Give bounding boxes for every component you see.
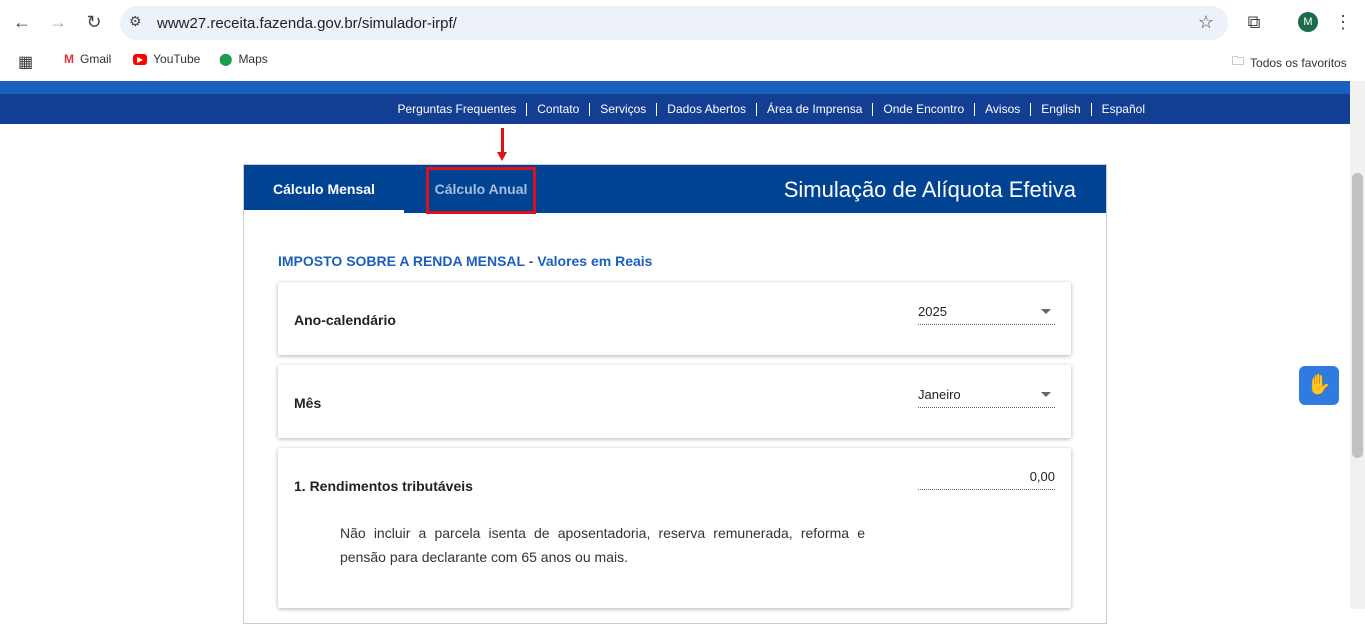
site-settings-icon[interactable]: ⚙: [129, 13, 142, 30]
ano-select[interactable]: 2025: [918, 304, 1055, 325]
bookmark-maps[interactable]: ⬤ Maps: [219, 52, 268, 66]
menu-espanol[interactable]: Español: [1090, 102, 1155, 116]
extensions-icon[interactable]: ⧉: [1243, 12, 1265, 33]
card-ano: Ano-calendário 2025: [278, 282, 1071, 355]
chevron-down-icon: [1041, 309, 1051, 314]
card-rendimentos: 1. Rendimentos tributáveis 0,00 Não incl…: [278, 448, 1071, 608]
all-bookmarks[interactable]: 🗀 Todos os favoritos: [1232, 52, 1347, 73]
menu-contato[interactable]: Contato: [526, 102, 589, 116]
menu-avisos[interactable]: Avisos: [974, 102, 1030, 116]
rendimentos-note: Não incluir a parcela isenta de aposenta…: [340, 525, 865, 565]
simulator-panel: Cálculo Mensal Cálculo Anual Simulação d…: [243, 164, 1107, 624]
menu-dados-abertos[interactable]: Dados Abertos: [656, 102, 756, 116]
section-title: IMPOSTO SOBRE A RENDA MENSAL - Valores e…: [278, 253, 653, 269]
menu-english[interactable]: English: [1030, 102, 1090, 116]
menu-kebab-icon[interactable]: ⋮: [1332, 12, 1354, 33]
reload-icon[interactable]: ↻: [83, 12, 105, 33]
folder-icon: 🗀: [1232, 54, 1245, 68]
scrollbar-thumb[interactable]: [1352, 173, 1363, 458]
menu-servicos[interactable]: Serviços: [589, 102, 656, 116]
menu-faq[interactable]: Perguntas Frequentes: [388, 102, 527, 116]
gmail-icon: M: [64, 52, 74, 66]
rendimentos-input[interactable]: 0,00: [918, 469, 1055, 490]
annotation-arrowhead: [497, 152, 507, 161]
scrollbar[interactable]: [1350, 81, 1365, 609]
page-title: Simulação de Alíquota Efetiva: [783, 177, 1076, 202]
vlibras-accessibility-button[interactable]: ✋: [1299, 366, 1339, 405]
browser-chrome: ← → ↻ ⚙ www27.receita.fazenda.gov.br/sim…: [0, 0, 1365, 81]
bookmark-youtube[interactable]: ▶ YouTube: [133, 52, 200, 66]
card-mes: Mês Janeiro: [278, 365, 1071, 438]
forward-icon[interactable]: →: [47, 12, 69, 33]
address-bar[interactable]: ⚙ www27.receita.fazenda.gov.br/simulador…: [120, 6, 1228, 40]
bookmark-star-icon[interactable]: ☆: [1198, 12, 1214, 33]
youtube-icon: ▶: [133, 53, 148, 65]
bookmark-gmail[interactable]: M Gmail: [64, 52, 111, 66]
rendimentos-label: 1. Rendimentos tributáveis: [294, 478, 473, 494]
url-text[interactable]: www27.receita.fazenda.gov.br/simulador-i…: [157, 15, 457, 32]
back-icon[interactable]: ←: [11, 12, 33, 33]
mes-select[interactable]: Janeiro: [918, 387, 1055, 408]
site-menu: Perguntas Frequentes Contato Serviços Da…: [0, 94, 1350, 124]
maps-icon: ⬤: [219, 52, 233, 66]
mes-label: Mês: [294, 395, 322, 411]
menu-imprensa[interactable]: Área de Imprensa: [756, 102, 872, 116]
highlight-box: [426, 167, 536, 214]
avatar[interactable]: M: [1298, 12, 1318, 32]
chevron-down-icon: [1041, 392, 1051, 397]
apps-icon[interactable]: ▦: [18, 52, 33, 72]
tab-calculo-mensal[interactable]: Cálculo Mensal: [244, 165, 404, 213]
menu-onde-encontro[interactable]: Onde Encontro: [872, 102, 974, 116]
tab-bar: Cálculo Mensal Cálculo Anual Simulação d…: [244, 165, 1106, 214]
site-top-band: [0, 81, 1350, 94]
annotation-arrow: [501, 128, 504, 154]
ano-label: Ano-calendário: [294, 312, 396, 328]
